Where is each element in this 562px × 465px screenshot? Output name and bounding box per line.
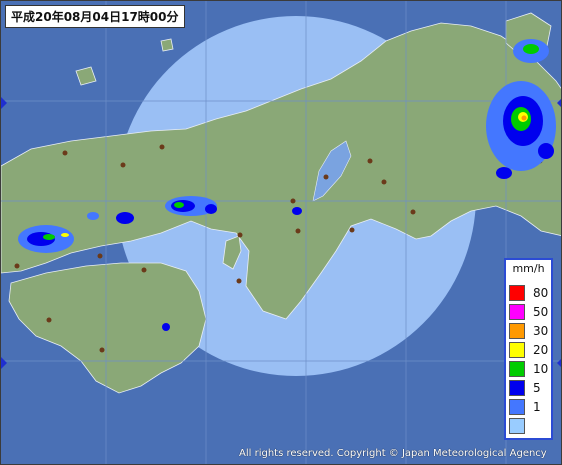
island-small: [160, 38, 174, 52]
legend-swatch: [509, 361, 525, 377]
legend-row: 5: [509, 380, 553, 398]
legend-swatch: [509, 342, 525, 358]
edge-arrow-left-bottom: [1, 357, 7, 369]
legend-swatch: [509, 285, 525, 301]
echo-cluster-west: [18, 225, 74, 253]
copyright-notice: All rights reserved. Copyright © Japan M…: [239, 448, 547, 459]
timestamp-label: 平成20年08月04日17時00分: [5, 5, 185, 28]
legend-row: [509, 418, 553, 436]
legend-label: 20: [533, 343, 549, 357]
legend-row: 80: [509, 285, 553, 303]
legend-row: 50: [509, 304, 553, 322]
legend-row: 30: [509, 323, 553, 341]
edge-arrow-right-bottom: [557, 357, 561, 369]
legend-label: 50: [533, 305, 549, 319]
edge-arrow-left-top: [1, 97, 7, 109]
legend-row: 1: [509, 399, 553, 417]
legend-row: 10: [509, 361, 553, 379]
edge-arrow-right-top: [557, 97, 561, 109]
radar-map: [1, 1, 561, 464]
legend-swatch: [509, 418, 525, 434]
legend-label: 10: [533, 362, 549, 376]
legend-swatch: [509, 380, 525, 396]
radar-map-frame: 平成20年08月04日17時00分 mm/h 80 50 30 20 10 5: [0, 0, 562, 465]
legend-unit: mm/h: [512, 262, 545, 275]
legend-swatch: [509, 399, 525, 415]
legend-swatch: [509, 323, 525, 339]
legend-label: 5: [533, 381, 541, 395]
legend-label: 80: [533, 286, 549, 300]
legend-label: 30: [533, 324, 549, 338]
precipitation-legend: mm/h 80 50 30 20 10 5 1: [504, 258, 553, 440]
legend-swatch: [509, 304, 525, 320]
legend-label: 1: [533, 400, 541, 414]
legend-row: 20: [509, 342, 553, 360]
